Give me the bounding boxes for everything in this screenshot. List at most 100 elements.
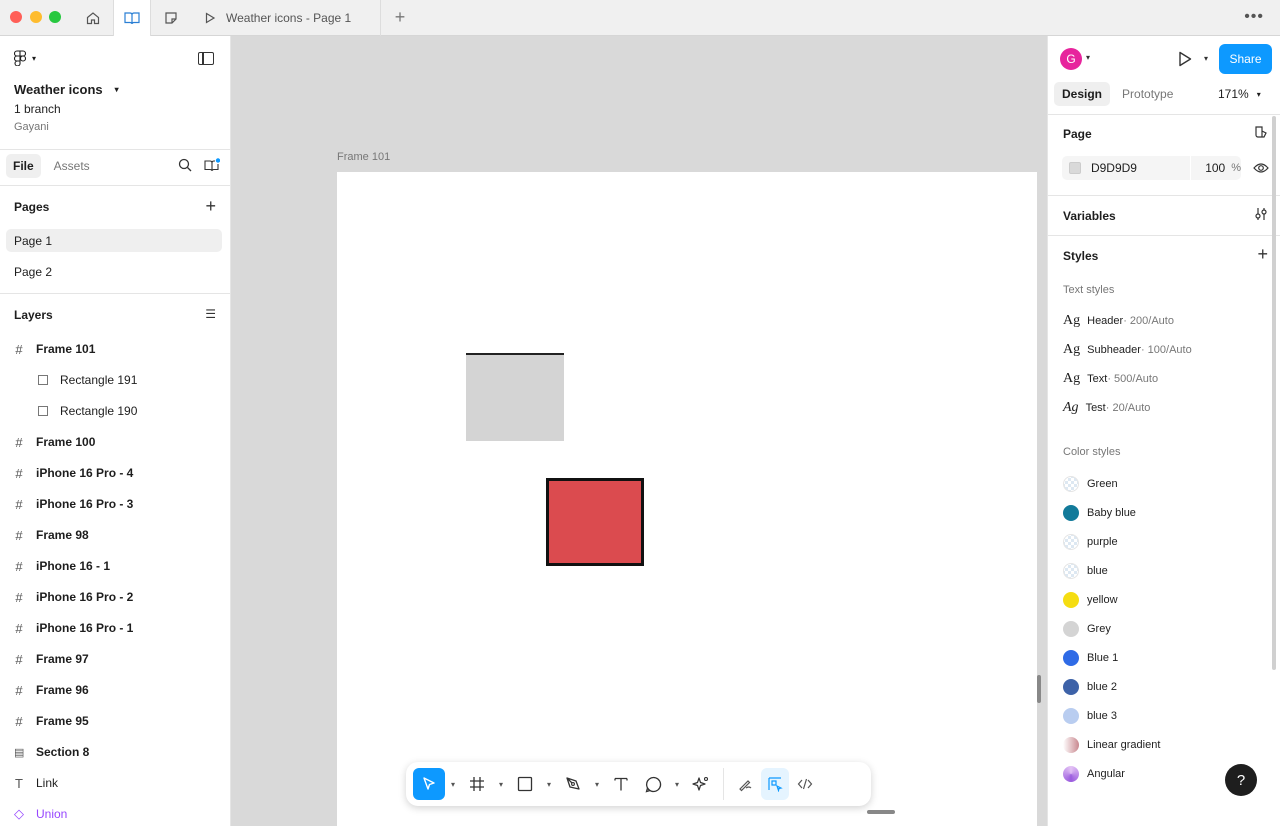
frame-101[interactable] — [337, 172, 1037, 826]
layer-iphone-16-pro-1[interactable]: # iPhone 16 Pro - 1 — [14, 618, 133, 638]
page-fill-hex[interactable]: D9D9D9 — [1091, 161, 1190, 175]
page-fill-opacity[interactable]: 100 — [1191, 161, 1225, 175]
comment-tool-button[interactable] — [637, 768, 669, 800]
share-button[interactable]: Share — [1219, 44, 1272, 74]
chevron-down-icon[interactable]: ▾ — [1086, 53, 1090, 62]
color-style-grey[interactable]: Grey — [1063, 621, 1111, 637]
main-menu-button[interactable]: ▾ — [14, 50, 36, 66]
frame-icon: # — [15, 496, 23, 512]
close-window-button[interactable] — [10, 11, 22, 23]
text-style-header[interactable]: Ag Header · 200/Auto — [1063, 313, 1174, 329]
color-style-purple[interactable]: purple — [1063, 534, 1118, 550]
design-mode-button[interactable] — [761, 768, 789, 800]
tab-file[interactable]: File — [6, 154, 41, 178]
new-tab-button[interactable]: + — [390, 8, 410, 28]
layer-rectangle-190[interactable]: Rectangle 190 — [38, 401, 137, 421]
frame-label[interactable]: Frame 101 — [337, 151, 390, 163]
layer-section-8[interactable]: ▤ Section 8 — [14, 742, 89, 762]
more-menu-button[interactable]: ••• — [1244, 8, 1264, 26]
pen-tool-button[interactable] — [557, 768, 589, 800]
page-fill-row[interactable]: D9D9D9 100 % — [1062, 156, 1241, 180]
layer-frame-98[interactable]: # Frame 98 — [14, 525, 88, 545]
layer-frame-101[interactable]: # Frame 101 — [14, 339, 95, 359]
page-fill-swatch[interactable] — [1069, 162, 1081, 174]
color-style-blue-1[interactable]: Blue 1 — [1063, 650, 1118, 666]
text-style-text[interactable]: Ag Text · 500/Auto — [1063, 371, 1158, 387]
zoom-menu[interactable]: 171% ▾ — [1218, 87, 1261, 101]
layer-frame-100[interactable]: # Frame 100 — [14, 432, 95, 452]
rectangle-190[interactable] — [546, 478, 644, 566]
right-panel-scrollbar[interactable] — [1272, 116, 1276, 670]
present-button[interactable] — [1178, 51, 1192, 70]
pen-tool-menu[interactable]: ▾ — [589, 768, 605, 800]
add-style-button[interactable]: + — [1257, 244, 1268, 265]
canvas[interactable]: Frame 101 — [231, 36, 1047, 826]
sparkle-icon — [692, 776, 709, 791]
draw-mode-button[interactable] — [731, 768, 759, 800]
color-style-yellow[interactable]: yellow — [1063, 592, 1118, 608]
move-tool-menu[interactable]: ▾ — [445, 768, 461, 800]
tab-design[interactable]: Design — [1054, 82, 1111, 106]
chevron-down-icon[interactable]: ▾ — [1204, 54, 1208, 63]
layer-link[interactable]: T Link — [14, 773, 58, 793]
layer-iphone-16-pro-2[interactable]: # iPhone 16 Pro - 2 — [14, 587, 133, 607]
frame-tool-button[interactable] — [461, 768, 493, 800]
tab-assets[interactable]: Assets — [47, 154, 97, 178]
page-settings-button[interactable] — [1254, 125, 1268, 142]
left-panel: ▾ Weather icons ▾ 1 branch Gayani File A… — [0, 36, 231, 826]
search-icon[interactable] — [178, 158, 192, 172]
page-item-1[interactable]: Page 1 — [6, 229, 222, 252]
vertical-scrollbar[interactable] — [1037, 675, 1041, 703]
comment-tool-menu[interactable]: ▾ — [669, 768, 685, 800]
library-button[interactable] — [113, 0, 151, 36]
rectangle-191[interactable] — [466, 353, 564, 441]
shape-tool-menu[interactable]: ▾ — [541, 768, 557, 800]
layer-iphone-16-pro-3[interactable]: # iPhone 16 Pro - 3 — [14, 494, 133, 514]
text-tool-button[interactable] — [605, 768, 637, 800]
maximize-window-button[interactable] — [49, 11, 61, 23]
dev-mode-button[interactable] — [791, 768, 819, 800]
color-style-blue-3[interactable]: blue 3 — [1063, 708, 1117, 724]
branch-label[interactable]: 1 branch — [14, 102, 61, 116]
toggle-sidebar-button[interactable] — [198, 52, 214, 65]
layer-iphone-16-1[interactable]: # iPhone 16 - 1 — [14, 556, 110, 576]
toggle-visibility-button[interactable] — [1253, 161, 1269, 178]
color-style-blue-2[interactable]: blue 2 — [1063, 679, 1117, 695]
frame-tool-menu[interactable]: ▾ — [493, 768, 509, 800]
layer-frame-95[interactable]: # Frame 95 — [14, 711, 88, 731]
add-page-button[interactable]: + — [205, 197, 216, 215]
color-swatch — [1063, 737, 1079, 753]
layer-rectangle-191[interactable]: Rectangle 191 — [38, 370, 137, 390]
tab-prototype[interactable]: Prototype — [1114, 82, 1181, 106]
color-style-green[interactable]: Green — [1063, 476, 1118, 492]
layer-iphone-16-pro-4[interactable]: # iPhone 16 Pro - 4 — [14, 463, 133, 483]
design-mode-icon — [768, 777, 783, 792]
file-name-button[interactable]: Weather icons ▾ — [14, 82, 119, 97]
layer-frame-96[interactable]: # Frame 96 — [14, 680, 88, 700]
color-style-linear-gradient[interactable]: Linear gradient — [1063, 737, 1160, 753]
variables-button[interactable] — [1254, 207, 1268, 224]
chevron-down-icon: ▾ — [498, 779, 503, 789]
collapse-layers-button[interactable]: ☰ — [205, 306, 216, 322]
page-item-2[interactable]: Page 2 — [6, 260, 222, 283]
color-style-baby-blue[interactable]: Baby blue — [1063, 505, 1136, 521]
layer-frame-97[interactable]: # Frame 97 — [14, 649, 88, 669]
home-button[interactable] — [74, 0, 112, 36]
help-button[interactable]: ? — [1225, 764, 1257, 796]
text-style-subheader[interactable]: Ag Subheader · 100/Auto — [1063, 342, 1192, 358]
avatar[interactable]: G — [1060, 48, 1082, 70]
minimize-window-button[interactable] — [30, 11, 42, 23]
horizontal-scrollbar[interactable] — [867, 810, 895, 814]
ai-tool-button[interactable] — [685, 768, 717, 800]
file-tab[interactable]: Weather icons - Page 1 — [190, 0, 381, 36]
drafts-button[interactable] — [152, 0, 190, 36]
color-style-blue[interactable]: blue — [1063, 563, 1108, 579]
color-style-angular[interactable]: Angular — [1063, 766, 1125, 782]
color-style-name: blue 2 — [1087, 681, 1117, 693]
move-tool-button[interactable] — [413, 768, 445, 800]
text-style-test[interactable]: Ag Test · 20/Auto — [1063, 400, 1150, 416]
layer-union[interactable]: ◇ Union — [14, 804, 67, 824]
library-notification-icon[interactable] — [204, 158, 220, 172]
shape-tool-button[interactable] — [509, 768, 541, 800]
component-icon: ◇ — [14, 806, 24, 821]
